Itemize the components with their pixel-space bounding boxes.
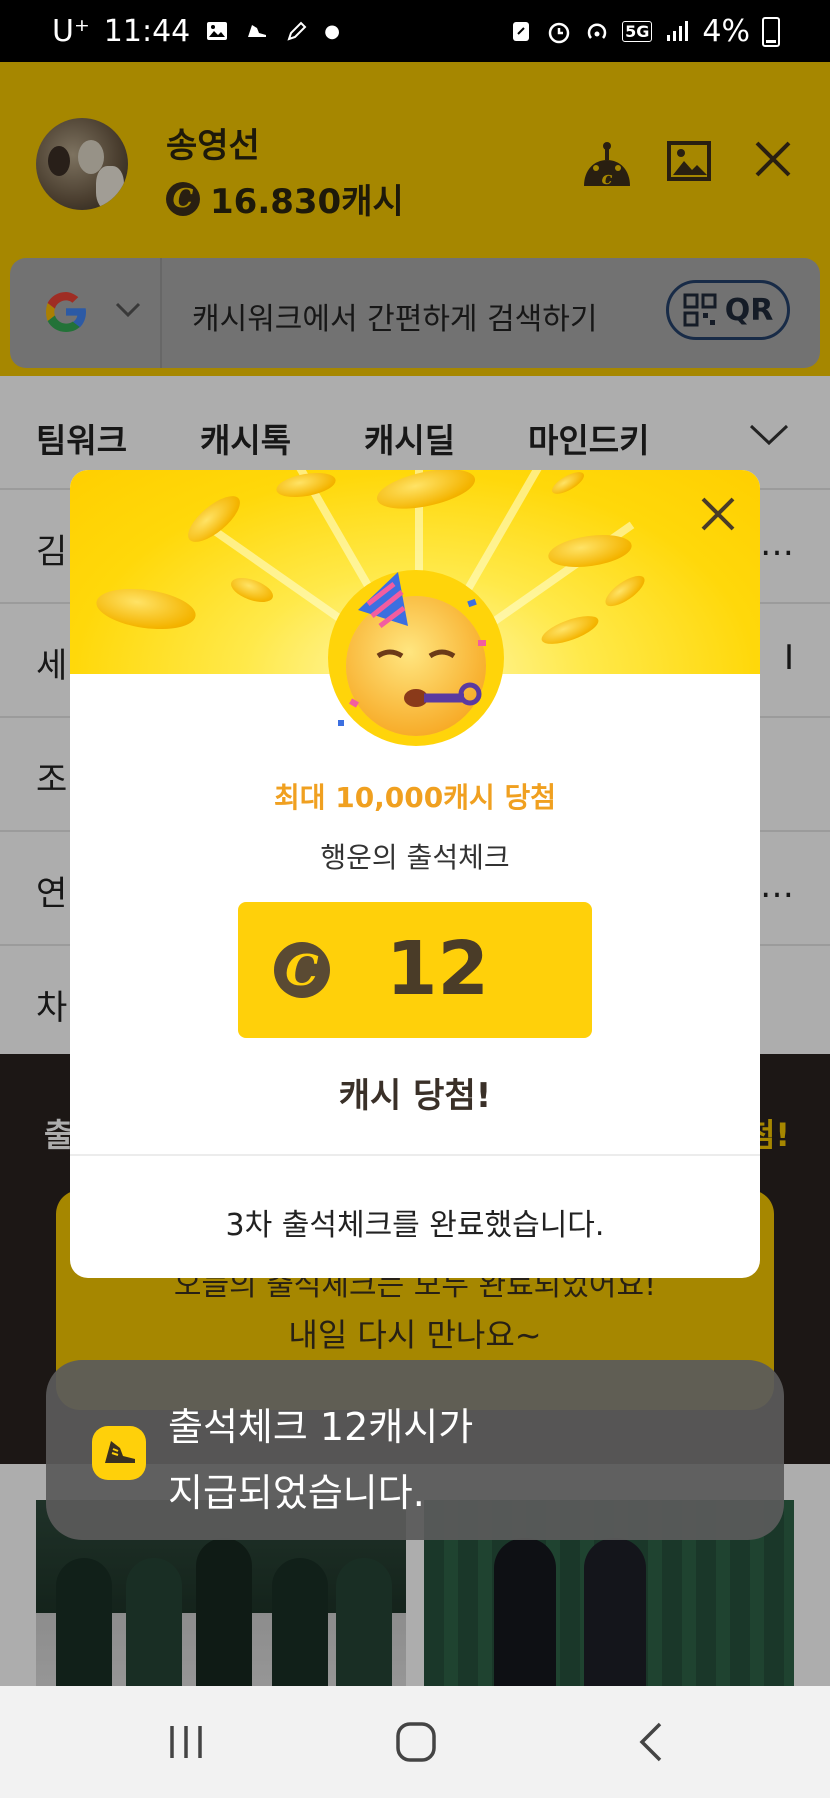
party-face-emoji	[328, 570, 504, 746]
back-icon	[639, 1722, 662, 1762]
cashwalk-shoe-icon	[92, 1426, 146, 1480]
more-notifications-dot: ●	[324, 21, 340, 42]
prize-amount: 12	[386, 926, 489, 1012]
attendance-reward-modal: 최대 10,000캐시 당첨 행운의 출석체크 C 12 캐시 당첨! 3차 출…	[70, 470, 760, 1278]
divider	[70, 1154, 760, 1156]
home-button[interactable]	[386, 1712, 446, 1772]
max-prize-headline: 최대 10,000캐시 당첨	[273, 781, 557, 814]
carrier-label: U⁺	[52, 14, 90, 49]
modal-subtitle: 행운의 출석체크	[320, 841, 510, 874]
prize-amount-box: C 12	[238, 902, 592, 1038]
battery-icon	[762, 16, 780, 47]
hotspot-icon	[584, 19, 610, 45]
recent-apps-icon	[170, 1726, 202, 1758]
recent-apps-button[interactable]	[156, 1712, 216, 1772]
toast-notification: 출석체크 12캐시가 지급되었습니다.	[46, 1360, 784, 1540]
close-icon	[701, 497, 735, 531]
system-nav-bar	[0, 1686, 830, 1798]
toast-line-1: 출석체크 12캐시가	[168, 1405, 474, 1449]
gallery-notification-icon	[204, 19, 230, 45]
battery-percent: 4%	[702, 14, 750, 49]
shoe-notification-icon	[244, 19, 270, 45]
completion-message: 3차 출석체크를 완료했습니다.	[225, 1208, 605, 1243]
prize-result-label: 캐시 당첨!	[338, 1076, 492, 1116]
network-type: 5G	[622, 21, 653, 42]
toast-line-2: 지급되었습니다.	[168, 1471, 425, 1515]
battery-saver-icon	[508, 19, 534, 45]
status-bar: U⁺ 11:44 ● 5G 4%	[0, 0, 830, 62]
modal-close-button[interactable]	[698, 494, 738, 534]
signal-icon	[664, 19, 690, 45]
clock: 11:44	[103, 14, 191, 49]
home-icon	[396, 1722, 436, 1762]
edit-notification-icon	[284, 19, 310, 45]
back-button[interactable]	[622, 1712, 682, 1772]
alarm-icon	[546, 19, 572, 45]
coin-icon: C	[274, 942, 330, 998]
